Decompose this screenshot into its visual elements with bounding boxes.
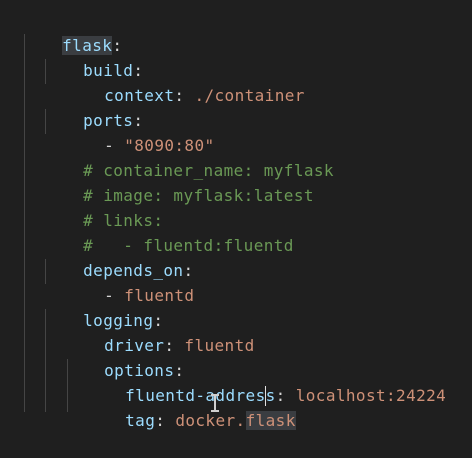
code-line-8[interactable]: # links:	[43, 183, 163, 230]
code-line-1[interactable]: flask:	[22, 8, 122, 55]
indent-guide-1	[24, 34, 25, 412]
code-line-11[interactable]: - fluentd	[64, 258, 194, 305]
code-line-15[interactable]: fluentd-address: localhost:24224	[85, 358, 446, 405]
yaml-value: localhost:24224	[295, 386, 447, 405]
code-line-3[interactable]: context: ./container	[64, 58, 305, 105]
yaml-key: tag	[125, 411, 156, 430]
code-line-4[interactable]: ports:	[43, 83, 143, 130]
text-cursor	[265, 386, 266, 406]
code-line-5[interactable]: - "8090:80"	[64, 108, 215, 155]
code-editor[interactable]: flask: build: context: ./container ports…	[0, 0, 472, 430]
code-line-12[interactable]: logging:	[43, 283, 163, 330]
yaml-value-selected: flask	[245, 411, 296, 430]
yaml-value: docker.	[175, 411, 246, 430]
code-line-6[interactable]: # container_name: myflask	[43, 133, 334, 180]
yaml-value: fluentd	[184, 336, 255, 355]
yaml-colon: :	[174, 86, 195, 105]
code-line-14[interactable]: options:	[64, 333, 184, 380]
yaml-value: ./container	[194, 86, 305, 105]
code-line-2[interactable]: build:	[43, 33, 143, 80]
code-line-10[interactable]: depends_on:	[43, 233, 194, 280]
code-line-9[interactable]: # - fluentd:fluentd	[43, 208, 294, 255]
mouse-ibeam-cursor-icon	[211, 394, 219, 412]
code-line-13[interactable]: driver: fluentd	[64, 308, 255, 355]
yaml-colon: :	[155, 411, 176, 430]
code-line-7[interactable]: # image: myflask:latest	[43, 158, 314, 205]
